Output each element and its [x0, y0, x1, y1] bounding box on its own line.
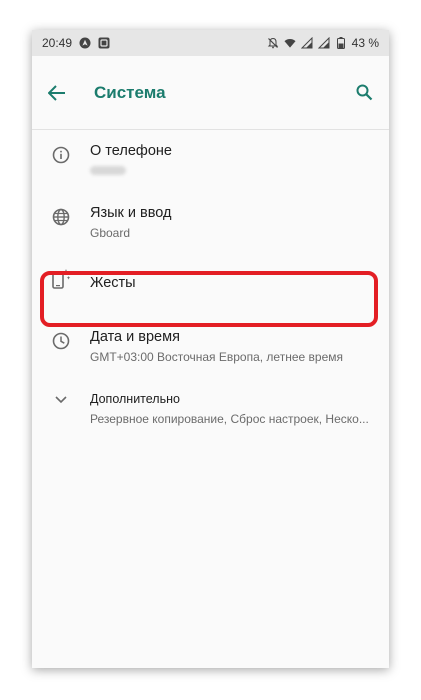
arrow-back-icon[interactable] [46, 82, 68, 104]
android-auto-icon [79, 37, 91, 49]
signal-icon [300, 37, 313, 49]
settings-item-date-time[interactable]: Дата и время GMT+03:00 Восточная Европа,… [32, 316, 389, 378]
redacted-subtitle [90, 166, 126, 175]
settings-item-title: Жесты [90, 275, 136, 291]
search-icon[interactable] [353, 82, 375, 104]
info-icon [32, 142, 90, 164]
signal-icon [317, 37, 330, 49]
settings-item-about-phone[interactable]: О телефоне [32, 130, 389, 192]
mute-icon [267, 37, 279, 49]
screenshot-icon [98, 37, 110, 49]
battery-percent: 43 % [351, 36, 379, 50]
settings-item-subtitle: GMT+03:00 Восточная Европа, летнее время [90, 350, 343, 364]
status-time: 20:49 [42, 36, 73, 50]
settings-item-title: Язык и ввод [90, 205, 172, 221]
settings-item-advanced[interactable]: Дополнительно Резервное копирование, Сбр… [32, 378, 389, 440]
gestures-icon [32, 268, 90, 290]
settings-item-subtitle: Gboard [90, 226, 131, 240]
wifi-icon [284, 37, 296, 49]
settings-item-title: О телефоне [90, 143, 172, 159]
page-title: Система [94, 82, 166, 102]
clock-icon [32, 328, 90, 350]
app-bar: Система [32, 56, 389, 130]
globe-icon [32, 204, 90, 226]
settings-item-title: Дополнительно [90, 392, 180, 406]
settings-item-language-input[interactable]: Язык и ввод Gboard [32, 192, 389, 254]
chevron-down-icon [32, 390, 90, 404]
settings-item-subtitle: Резервное копирование, Сброс настроек, Н… [90, 412, 369, 426]
status-bar: 20:49 43 % [32, 30, 389, 56]
battery-icon [335, 37, 347, 49]
settings-item-gestures[interactable]: Жесты [32, 254, 389, 316]
phone-screen: 20:49 43 % Система О телефоне Язык и вво… [32, 30, 389, 668]
settings-item-title: Дата и время [90, 329, 180, 345]
